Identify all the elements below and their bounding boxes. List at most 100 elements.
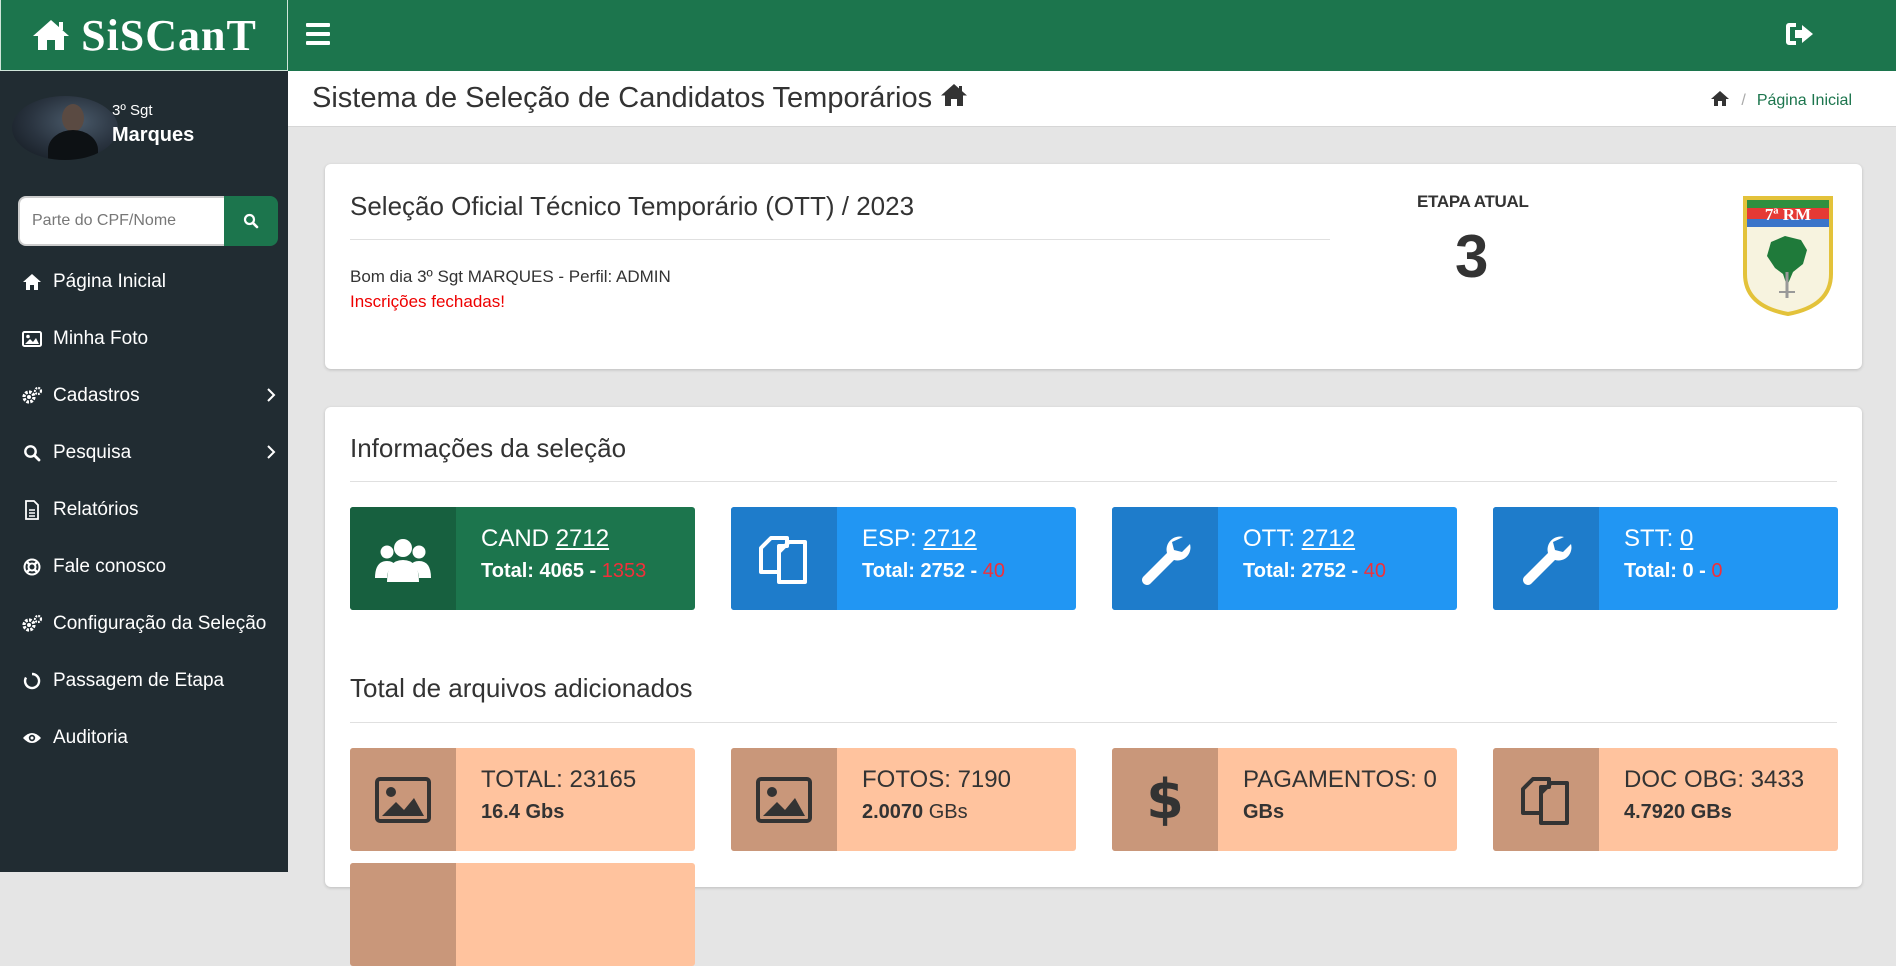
divider bbox=[350, 722, 1837, 723]
copy-icon bbox=[1493, 748, 1599, 851]
sidebar-item-passagem-etapa[interactable]: Passagem de Etapa bbox=[0, 652, 288, 709]
ott-total: Total: 2752 - bbox=[1243, 560, 1359, 582]
sidebar-item-label: Pesquisa bbox=[53, 441, 132, 463]
files-photos-unit: GBs bbox=[928, 801, 968, 823]
home-icon bbox=[940, 82, 968, 115]
image-icon bbox=[20, 329, 44, 349]
home-icon bbox=[31, 18, 71, 52]
stt-total-red: 0 bbox=[1711, 560, 1723, 582]
search-icon bbox=[243, 213, 259, 229]
esp-total: Total: 2752 - bbox=[862, 560, 978, 582]
stt-label: STT: bbox=[1624, 525, 1674, 552]
files-payments-label: PAGAMENTOS: 0 bbox=[1243, 766, 1437, 793]
sidebar-item-label: Relatórios bbox=[53, 498, 139, 520]
emblem-text: 7ª RM bbox=[1765, 205, 1811, 224]
chevron-right-icon bbox=[266, 444, 276, 466]
registration-status: Inscrições fechadas! bbox=[350, 292, 505, 311]
files-photos-box[interactable]: FOTOS: 7190 2.0070 GBs bbox=[731, 748, 1076, 851]
image-icon bbox=[731, 748, 837, 851]
sidebar-item-pesquisa[interactable]: Pesquisa bbox=[0, 424, 288, 481]
logout-icon[interactable] bbox=[1783, 17, 1817, 51]
cand-total-red: 1353 bbox=[601, 560, 647, 582]
stt-total: Total: 0 - bbox=[1624, 560, 1706, 582]
stage-value: 3 bbox=[1455, 223, 1489, 290]
info-card: Informações da seleção CAND 2712 Total: … bbox=[325, 407, 1862, 966]
chevron-right-icon bbox=[266, 387, 276, 409]
wrench-icon bbox=[1493, 507, 1599, 610]
menu-toggle-icon[interactable] bbox=[306, 23, 330, 45]
wrench-icon bbox=[1112, 507, 1218, 610]
home-icon[interactable] bbox=[1710, 90, 1730, 112]
sidebar-item-auditoria[interactable]: Auditoria bbox=[0, 709, 288, 766]
files-docs-box[interactable]: DOC OBG: 3433 4.7920 GBs bbox=[1493, 748, 1838, 851]
copy-icon bbox=[731, 507, 837, 610]
files-section-title: Total de arquivos adicionados bbox=[350, 673, 693, 703]
breadcrumb: / Página Inicial bbox=[1710, 90, 1852, 112]
search-input[interactable] bbox=[18, 196, 224, 246]
page-header: Sistema de Seleção de Candidatos Temporá… bbox=[288, 71, 1896, 127]
files-payments-box[interactable]: $ PAGAMENTOS: 0 GBs bbox=[1112, 748, 1457, 851]
files-total-label: TOTAL: 23165 bbox=[481, 766, 637, 793]
sidebar-item-configuracao[interactable]: Configuração da Seleção bbox=[0, 595, 288, 652]
stage-label: ETAPA ATUAL bbox=[1417, 192, 1529, 211]
esp-box[interactable]: ESP: 2712 Total: 2752 - 40 bbox=[731, 507, 1076, 610]
esp-label: ESP: bbox=[862, 525, 917, 552]
sidebar-item-relatorios[interactable]: Relatórios bbox=[0, 481, 288, 538]
image-icon bbox=[350, 748, 456, 851]
regiment-emblem: 7ª RM bbox=[1741, 194, 1835, 318]
files-more-box[interactable] bbox=[350, 863, 695, 966]
cand-total: Total: 4065 - bbox=[481, 560, 597, 582]
dollar-icon: $ bbox=[1112, 748, 1218, 851]
sidebar-item-fale-conosco[interactable]: Fale conosco bbox=[0, 538, 288, 595]
cand-label: CAND bbox=[481, 525, 550, 552]
image-icon bbox=[350, 863, 456, 966]
sidebar-item-cadastros[interactable]: Cadastros bbox=[0, 367, 288, 424]
user-rank: 3º Sgt bbox=[112, 102, 153, 119]
cand-box[interactable]: CAND 2712 Total: 4065 - 1353 bbox=[350, 507, 695, 610]
sidebar-item-label: Cadastros bbox=[53, 384, 140, 406]
ott-count-link[interactable]: 2712 bbox=[1302, 525, 1355, 552]
top-navbar: SiSCanT bbox=[0, 0, 1896, 71]
files-total-size: 16.4 Gbs bbox=[481, 801, 565, 823]
sidebar-item-label: Passagem de Etapa bbox=[53, 669, 225, 691]
selection-title: Seleção Oficial Técnico Temporário (OTT)… bbox=[350, 191, 915, 221]
info-section-title: Informações da seleção bbox=[350, 433, 627, 463]
users-icon bbox=[350, 507, 456, 610]
sidebar-search bbox=[18, 196, 278, 246]
brand-logo[interactable]: SiSCanT bbox=[0, 0, 288, 71]
divider bbox=[350, 239, 1330, 240]
ott-label: OTT: bbox=[1243, 525, 1295, 552]
esp-count-link[interactable]: 2712 bbox=[923, 525, 976, 552]
sidebar-item-label: Configuração da Seleção bbox=[53, 612, 267, 634]
cogs-icon bbox=[20, 614, 44, 634]
files-docs-size: 4.7920 GBs bbox=[1624, 801, 1732, 823]
sidebar-item-minha-foto[interactable]: Minha Foto bbox=[0, 310, 288, 367]
circle-notch-icon bbox=[20, 671, 44, 691]
cand-count-link[interactable]: 2712 bbox=[556, 525, 609, 552]
page-title: Sistema de Seleção de Candidatos Temporá… bbox=[312, 82, 968, 115]
sidebar-item-label: Auditoria bbox=[53, 726, 128, 748]
file-icon bbox=[20, 499, 44, 520]
search-button[interactable] bbox=[224, 196, 278, 246]
breadcrumb-current[interactable]: Página Inicial bbox=[1757, 92, 1852, 110]
sidebar-item-label: Fale conosco bbox=[53, 555, 167, 577]
files-payments-size: GBs bbox=[1243, 801, 1285, 823]
stt-box[interactable]: STT: 0 Total: 0 - 0 bbox=[1493, 507, 1838, 610]
search-icon bbox=[20, 443, 44, 463]
esp-total-red: 40 bbox=[982, 560, 1006, 582]
avatar bbox=[12, 96, 118, 160]
files-total-box[interactable]: TOTAL: 23165 16.4 Gbs bbox=[350, 748, 695, 851]
selection-card: Seleção Oficial Técnico Temporário (OTT)… bbox=[325, 164, 1862, 369]
stt-count-link[interactable]: 0 bbox=[1680, 525, 1693, 552]
ott-box[interactable]: OTT: 2712 Total: 2752 - 40 bbox=[1112, 507, 1457, 610]
sidebar-item-label: Página Inicial bbox=[53, 270, 167, 292]
lifebuoy-icon bbox=[20, 557, 44, 577]
sidebar-item-pagina-inicial[interactable]: Página Inicial bbox=[0, 253, 288, 310]
cogs-icon bbox=[20, 386, 44, 406]
page-title-text: Sistema de Seleção de Candidatos Temporá… bbox=[312, 82, 933, 114]
greeting-text: Bom dia 3º Sgt MARQUES - Perfil: ADMIN bbox=[350, 267, 671, 286]
user-name: Marques bbox=[112, 124, 195, 146]
ott-total-red: 40 bbox=[1363, 560, 1387, 582]
files-photos-label: FOTOS: 7190 bbox=[862, 766, 1011, 793]
files-photos-size: 2.0070 bbox=[862, 801, 924, 823]
